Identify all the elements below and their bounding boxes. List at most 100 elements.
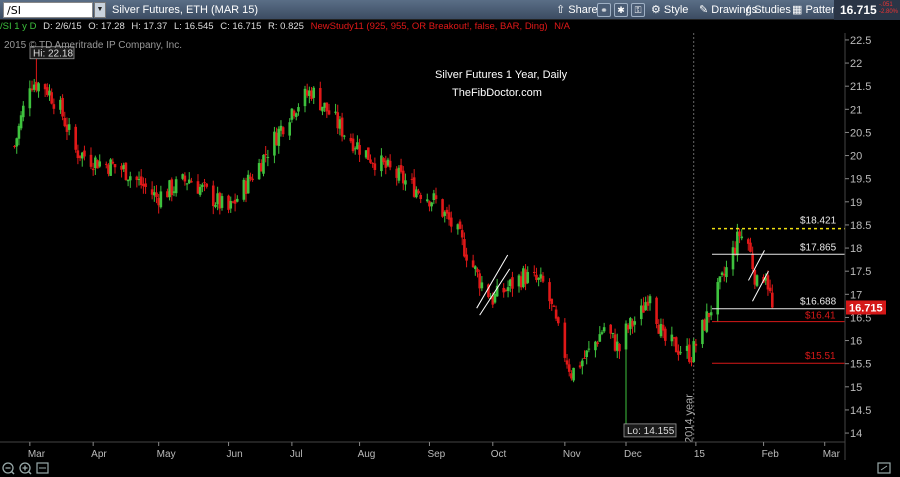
price-change-abs: -.051 xyxy=(878,2,893,8)
symbol-dropdown-icon[interactable]: ▼ xyxy=(94,2,106,18)
zoom-in-icon[interactable] xyxy=(19,462,32,475)
expand-chart-icon[interactable] xyxy=(877,462,891,474)
copyright-text: 2015 © TD Ameritrade IP Company, Inc. xyxy=(4,40,182,51)
settings-icon[interactable]: ✱ xyxy=(614,3,628,17)
candle-body xyxy=(771,292,774,308)
candle xyxy=(294,112,298,121)
x-tick-label: Dec xyxy=(624,449,642,460)
candle-body xyxy=(738,231,741,237)
candle-body xyxy=(572,367,575,381)
x-tick-label: 15 xyxy=(694,449,706,460)
candle-body xyxy=(430,202,433,207)
link-icon[interactable]: ⚭ xyxy=(597,3,611,17)
candle-body xyxy=(67,124,71,130)
candle-body xyxy=(281,127,285,135)
x-tick-label: Mar xyxy=(823,449,841,460)
candle-body xyxy=(52,104,56,109)
y-tick-label: 21.5 xyxy=(850,81,871,93)
candle xyxy=(688,338,691,364)
y-tick-label: 18.5 xyxy=(850,220,871,232)
candle-body xyxy=(474,266,477,270)
candle xyxy=(648,294,652,311)
y-tick-label: 21 xyxy=(850,104,862,116)
candle-body xyxy=(404,180,407,185)
chart-area[interactable]: 2014 year Hi: 22.18 Lo: 14.155 2015 © TD A… xyxy=(0,33,900,460)
candle xyxy=(28,80,32,117)
candle-body xyxy=(718,276,722,283)
info-bar: /SI 1 y D D: 2/6/15 O: 17.28 H: 17.37 L:… xyxy=(0,20,845,33)
candle-body xyxy=(417,190,420,194)
x-tick-label: Apr xyxy=(91,449,107,460)
candle-body xyxy=(725,267,728,278)
candle xyxy=(373,157,377,176)
zoom-out-icon[interactable] xyxy=(2,462,15,475)
candle-body xyxy=(581,360,584,367)
candle xyxy=(262,154,265,177)
candle-body xyxy=(550,298,554,304)
candle-body xyxy=(434,195,438,200)
level-1551-label: $15.51 xyxy=(805,351,836,362)
candle xyxy=(556,316,560,326)
candle-body xyxy=(37,83,40,92)
candle-body xyxy=(751,253,754,269)
x-tick-label: Feb xyxy=(762,449,780,460)
price-chart[interactable]: 2014 year Hi: 22.18Lo: 14.1552015 © TD A… xyxy=(0,33,900,460)
candle xyxy=(633,316,637,333)
candle-body xyxy=(688,344,691,362)
candle xyxy=(235,195,239,203)
candle xyxy=(325,102,329,118)
candle xyxy=(705,303,709,334)
candle-body xyxy=(340,117,344,137)
candle-body xyxy=(567,364,571,372)
candle xyxy=(367,147,370,161)
candle-body xyxy=(74,126,77,150)
candle xyxy=(526,266,530,285)
candle-body xyxy=(266,156,270,158)
candle xyxy=(185,182,189,191)
candle xyxy=(150,181,154,200)
candle xyxy=(113,163,117,174)
candle xyxy=(159,185,163,209)
studies-button[interactable]: ƒ Studies xyxy=(742,2,794,18)
key-icon[interactable]: ⚿ xyxy=(631,3,645,17)
style-button[interactable]: ⚙ Style xyxy=(648,2,691,18)
study-na: N/A xyxy=(554,21,571,32)
x-tick-label: Jul xyxy=(290,449,303,460)
candle xyxy=(303,85,307,113)
studies-label: Studies xyxy=(754,4,791,16)
share-button[interactable]: ⇧ Share xyxy=(553,2,601,18)
x-tick-label: Oct xyxy=(491,449,507,460)
candle xyxy=(434,187,438,204)
candle xyxy=(587,341,591,353)
y-tick-label: 17.5 xyxy=(850,266,871,278)
candle xyxy=(541,272,545,284)
candle xyxy=(552,304,556,308)
symbol-input[interactable]: /SI xyxy=(3,2,93,18)
candle-body xyxy=(19,115,23,129)
candle-body xyxy=(471,260,475,268)
level-1641-label: $16.41 xyxy=(805,311,836,322)
candle-body xyxy=(552,305,556,307)
bar-low: L: 16.545 xyxy=(173,21,214,32)
candle-body xyxy=(185,183,189,185)
x-tick-label: Nov xyxy=(563,449,581,460)
candle xyxy=(351,133,355,154)
candle xyxy=(388,154,392,171)
x-tick-label: Sep xyxy=(427,449,445,460)
y-tick-label: 19 xyxy=(850,197,862,209)
chart-title: Silver Futures 1 Year, Daily xyxy=(435,69,568,81)
candle-body xyxy=(211,185,215,207)
candle-body xyxy=(532,271,536,274)
candle-body xyxy=(111,161,115,164)
candle xyxy=(109,158,112,176)
candle xyxy=(419,192,423,204)
candle-body xyxy=(480,282,484,289)
candle xyxy=(61,94,64,121)
candle xyxy=(655,296,658,329)
candle-body xyxy=(50,92,53,104)
candle-body xyxy=(15,138,19,147)
fit-chart-icon[interactable] xyxy=(36,462,49,474)
candle-body xyxy=(277,128,281,146)
candle xyxy=(664,326,667,346)
candle-body xyxy=(541,275,545,282)
